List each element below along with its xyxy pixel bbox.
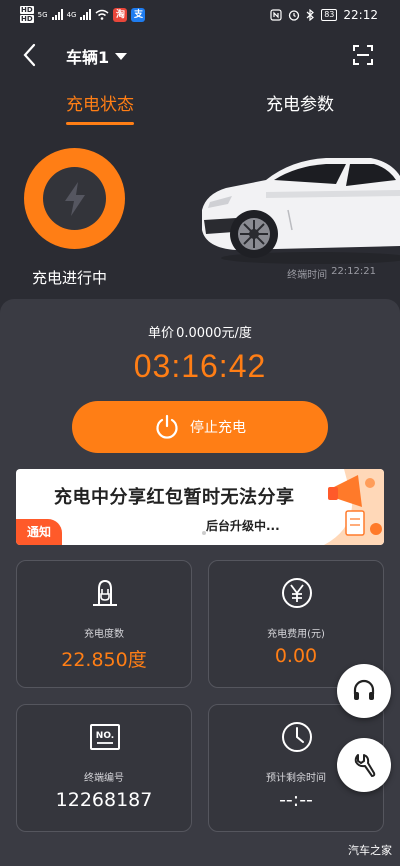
stop-charging-label: 停止充电 bbox=[190, 420, 246, 436]
signal-icon bbox=[51, 9, 63, 20]
megaphone-illustration bbox=[324, 469, 384, 545]
banner-tag: 通知 bbox=[16, 519, 62, 545]
charging-state-label: 充电进行中 bbox=[32, 269, 108, 287]
watermark: 汽车之家 bbox=[348, 844, 392, 857]
clock-icon bbox=[282, 722, 312, 752]
fee-label: 充电费用(元) bbox=[267, 629, 325, 640]
stop-charging-button[interactable]: 停止充电 bbox=[72, 401, 328, 453]
power-icon bbox=[156, 414, 178, 439]
status-bar: HD HD 5G 4G 淘 支 83 22:12 bbox=[0, 0, 400, 32]
alarm-icon bbox=[289, 10, 300, 21]
elapsed-timer: 03:16:42 bbox=[133, 348, 267, 384]
app-notification-icon: 淘 bbox=[113, 7, 128, 22]
charging-status-ring bbox=[24, 148, 125, 249]
hd-badge: HD bbox=[20, 15, 34, 23]
status-time: 22:12 bbox=[343, 8, 378, 22]
wifi-icon bbox=[95, 9, 109, 20]
tab-charging-params[interactable]: 充电参数 bbox=[266, 90, 334, 115]
banner-headline: 充电中分享红包暂时无法分享 bbox=[54, 487, 295, 508]
unit-price: 单价 0.0000元/度 bbox=[0, 322, 400, 341]
yuan-icon bbox=[282, 578, 312, 608]
customer-service-button[interactable] bbox=[337, 664, 391, 718]
tab-label: 充电状态 bbox=[66, 95, 134, 115]
nav-bar: 车辆1 bbox=[0, 38, 400, 72]
caret-down-icon bbox=[115, 52, 128, 60]
remaining-time-value: --:-- bbox=[279, 789, 313, 811]
scan-icon[interactable] bbox=[352, 44, 374, 66]
repair-button[interactable] bbox=[337, 738, 391, 792]
terminal-number-icon: NO. bbox=[90, 724, 120, 750]
battery-indicator: 83 bbox=[321, 9, 338, 21]
notice-banner[interactable]: 充电中分享红包暂时无法分享 后台升级中... 通知 bbox=[16, 469, 384, 545]
unit-price-value: 0.0000元/度 bbox=[176, 326, 252, 341]
no-icon-text: NO. bbox=[96, 731, 114, 741]
energy-card: 充电度数 22.850度 bbox=[16, 560, 192, 688]
banner-subtext: 后台升级中... bbox=[206, 519, 280, 533]
terminal-number-value: 12268187 bbox=[55, 789, 153, 811]
app-notification-icon: 支 bbox=[131, 7, 146, 22]
wrench-icon bbox=[354, 754, 376, 777]
plug-icon bbox=[93, 579, 117, 606]
tab-label: 充电参数 bbox=[266, 95, 334, 115]
network-label: 4G bbox=[66, 10, 77, 19]
signal-icon bbox=[80, 9, 92, 20]
hd-badge: HD bbox=[20, 6, 34, 14]
lightning-icon bbox=[64, 181, 85, 216]
nfc-icon bbox=[270, 9, 282, 21]
bluetooth-icon bbox=[306, 9, 315, 21]
terminal-time-value: 22:12:21 bbox=[331, 266, 376, 277]
vehicle-name: 车辆1 bbox=[66, 48, 110, 67]
car-illustration bbox=[202, 158, 400, 264]
vehicle-selector[interactable]: 车辆1 bbox=[66, 44, 128, 68]
energy-value: 22.850度 bbox=[61, 649, 147, 671]
tab-bar: 充电状态 充电参数 bbox=[0, 86, 400, 126]
terminal-number-label: 终端编号 bbox=[84, 773, 124, 784]
headset-icon bbox=[353, 679, 375, 700]
fee-value: 0.00 bbox=[274, 645, 318, 667]
network-label: 5G bbox=[37, 10, 48, 19]
terminal-number-card: NO. 终端编号 12268187 bbox=[16, 704, 192, 832]
back-arrow-icon[interactable] bbox=[20, 42, 42, 68]
terminal-time: 终端时间 22:12:21 bbox=[287, 266, 376, 281]
terminal-time-label: 终端时间 bbox=[287, 270, 328, 281]
tab-indicator bbox=[66, 122, 134, 125]
tab-charging-status[interactable]: 充电状态 bbox=[66, 90, 134, 125]
unit-price-label: 单价 bbox=[148, 326, 175, 341]
energy-label: 充电度数 bbox=[84, 629, 124, 640]
